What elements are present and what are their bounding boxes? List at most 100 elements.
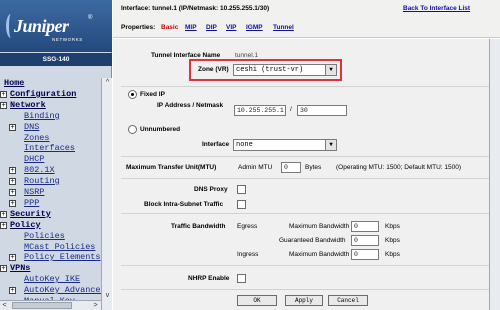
interface-label: Interface — [202, 141, 230, 148]
admin-mtu-input[interactable]: 0 — [281, 162, 301, 173]
fixed-ip-radio[interactable] — [128, 90, 137, 99]
kbps-label: Kbps — [385, 237, 400, 244]
sidebar: Juniper ® NETWORKS SSG-140 Home Configura… — [0, 0, 112, 310]
sidebar-item[interactable]: AutoKey Advanced — [24, 285, 101, 295]
tab-dip[interactable]: DIP — [206, 24, 217, 31]
sidebar-item[interactable]: Routing — [24, 176, 60, 186]
divider — [121, 213, 496, 214]
sidebar-item[interactable]: Policies — [24, 231, 65, 241]
egress-max-bandwidth-label: Maximum Bandwidth — [289, 223, 350, 230]
nav-vertical-scrollbar[interactable]: ^ v — [101, 78, 112, 310]
expand-plus-icon[interactable]: + — [9, 189, 16, 196]
back-to-interface-list-link[interactable]: Back To Interface List — [403, 5, 470, 12]
unnumbered-label: Unnumbered — [140, 126, 181, 133]
egress-guaranteed-bandwidth-label: Guaranteed Bandwidth — [279, 237, 346, 244]
ip-netmask-label: IP Address / Netmask — [157, 102, 224, 109]
apply-button[interactable]: Apply — [285, 295, 323, 306]
tab-vip[interactable]: VIP — [226, 24, 236, 31]
ingress-max-bandwidth-label: Maximum Bandwidth — [289, 251, 350, 258]
fixed-ip-label: Fixed IP — [140, 91, 165, 98]
sidebar-item[interactable]: Security — [10, 209, 51, 219]
sidebar-item[interactable]: Zones — [24, 133, 50, 143]
tab-tunnel[interactable]: Tunnel — [273, 24, 294, 31]
kbps-label: Kbps — [385, 223, 400, 230]
tab-mip[interactable]: MIP — [185, 24, 197, 31]
divider — [121, 156, 496, 157]
expand-plus-icon[interactable]: + — [9, 254, 16, 261]
juniper-logo: Juniper ® NETWORKS — [0, 0, 112, 52]
expand-plus-icon[interactable]: + — [0, 211, 7, 218]
egress-guaranteed-bandwidth-input[interactable]: 0 — [351, 235, 379, 246]
block-intra-subnet-checkbox[interactable] — [237, 200, 246, 209]
sidebar-item[interactable]: NSRP — [24, 187, 44, 197]
scroll-up-icon[interactable]: ^ — [103, 78, 112, 87]
scroll-thumb[interactable] — [12, 302, 72, 309]
expand-plus-icon[interactable]: + — [9, 200, 16, 207]
traffic-bandwidth-label: Traffic Bandwidth — [171, 223, 226, 230]
scroll-down-icon[interactable]: v — [103, 291, 112, 300]
expand-plus-icon[interactable]: + — [9, 178, 16, 185]
netmask-input[interactable]: 30 — [297, 105, 347, 116]
tunnel-name-label: Tunnel Interface Name — [151, 52, 221, 59]
mtu-note: (Operating MTU: 1500; Default MTU: 1500) — [336, 164, 461, 171]
chevron-down-icon[interactable]: ▼ — [325, 140, 336, 150]
expand-plus-icon[interactable]: + — [0, 91, 7, 98]
sidebar-item[interactable]: Interfaces — [24, 143, 75, 153]
ok-button[interactable]: OK — [237, 295, 277, 306]
tab-igmp[interactable]: IGMP — [246, 24, 263, 31]
logo-subtext: NETWORKS — [52, 37, 83, 42]
expand-plus-icon[interactable]: + — [9, 124, 16, 131]
block-intra-subnet-label: Block Intra-Subnet Traffic — [144, 201, 224, 208]
sidebar-item[interactable]: VPNs — [10, 263, 30, 273]
egress-max-bandwidth-input[interactable]: 0 — [351, 221, 379, 232]
expand-plus-icon[interactable]: + — [0, 265, 7, 272]
chevron-down-icon[interactable]: ▼ — [325, 65, 336, 75]
egress-label: Egress — [237, 223, 258, 230]
zone-select[interactable]: ceshi (trust-vr) ▼ — [233, 64, 337, 76]
dns-proxy-label: DNS Proxy — [194, 186, 228, 193]
nav-tree: Home Configuration + Network + Binding DNS + Zon… — [0, 78, 101, 310]
expand-plus-icon[interactable]: + — [0, 102, 7, 109]
scroll-right-icon[interactable]: > — [91, 301, 100, 310]
nav-horizontal-scrollbar[interactable]: < > — [0, 300, 101, 310]
logo-text: Juniper — [14, 16, 69, 36]
main-vertical-scrollbar[interactable] — [489, 39, 500, 310]
properties-label: Properties: — [121, 24, 156, 31]
divider — [121, 86, 496, 87]
interface-form: Tunnel Interface Name tunnel.1 Zone (VR)… — [113, 39, 500, 310]
unnumbered-radio[interactable] — [128, 125, 137, 134]
cancel-button[interactable]: Cancel — [328, 295, 368, 306]
tab-basic[interactable]: Basic — [161, 24, 178, 31]
nhrp-enable-label: NHRP Enable — [188, 275, 230, 282]
sidebar-item[interactable]: Network — [10, 100, 46, 110]
ingress-max-bandwidth-input[interactable]: 0 — [351, 249, 379, 260]
sidebar-item[interactable]: Home — [4, 78, 24, 88]
ip-address-input[interactable]: 10.255.255.1 — [234, 105, 286, 116]
nhrp-enable-checkbox[interactable] — [237, 274, 246, 283]
sidebar-item[interactable]: DHCP — [24, 154, 44, 164]
zone-select-value: ceshi (trust-vr) — [236, 66, 304, 74]
interface-select[interactable]: none ▼ — [233, 139, 337, 151]
sidebar-item[interactable]: Policy Elements — [24, 252, 101, 262]
sidebar-item[interactable]: Binding — [24, 111, 60, 121]
sidebar-item[interactable]: AutoKey IKE — [24, 274, 80, 284]
divider — [121, 178, 496, 179]
kbps-label: Kbps — [385, 251, 400, 258]
expand-plus-icon[interactable]: + — [9, 287, 16, 294]
expand-plus-icon[interactable]: + — [0, 222, 7, 229]
sidebar-item[interactable]: PPP — [24, 198, 39, 208]
bytes-label: Bytes — [305, 164, 322, 171]
netmask-separator: / — [290, 106, 292, 113]
sidebar-item[interactable]: Configuration — [10, 89, 76, 99]
sidebar-item[interactable]: MCast Policies — [24, 242, 95, 252]
mtu-label: Maximum Transfer Unit(MTU) — [126, 164, 217, 171]
expand-plus-icon[interactable]: + — [9, 167, 16, 174]
sidebar-item[interactable]: DNS — [24, 122, 39, 132]
ingress-label: Ingress — [237, 251, 259, 258]
interface-info: Interface: tunnel.1 (IP/Netmask: 10.255.… — [121, 5, 270, 12]
scroll-left-icon[interactable]: < — [0, 301, 9, 310]
divider — [121, 265, 496, 266]
dns-proxy-checkbox[interactable] — [237, 185, 246, 194]
sidebar-item[interactable]: 802.1X — [24, 165, 55, 175]
sidebar-item[interactable]: Policy — [10, 220, 41, 230]
